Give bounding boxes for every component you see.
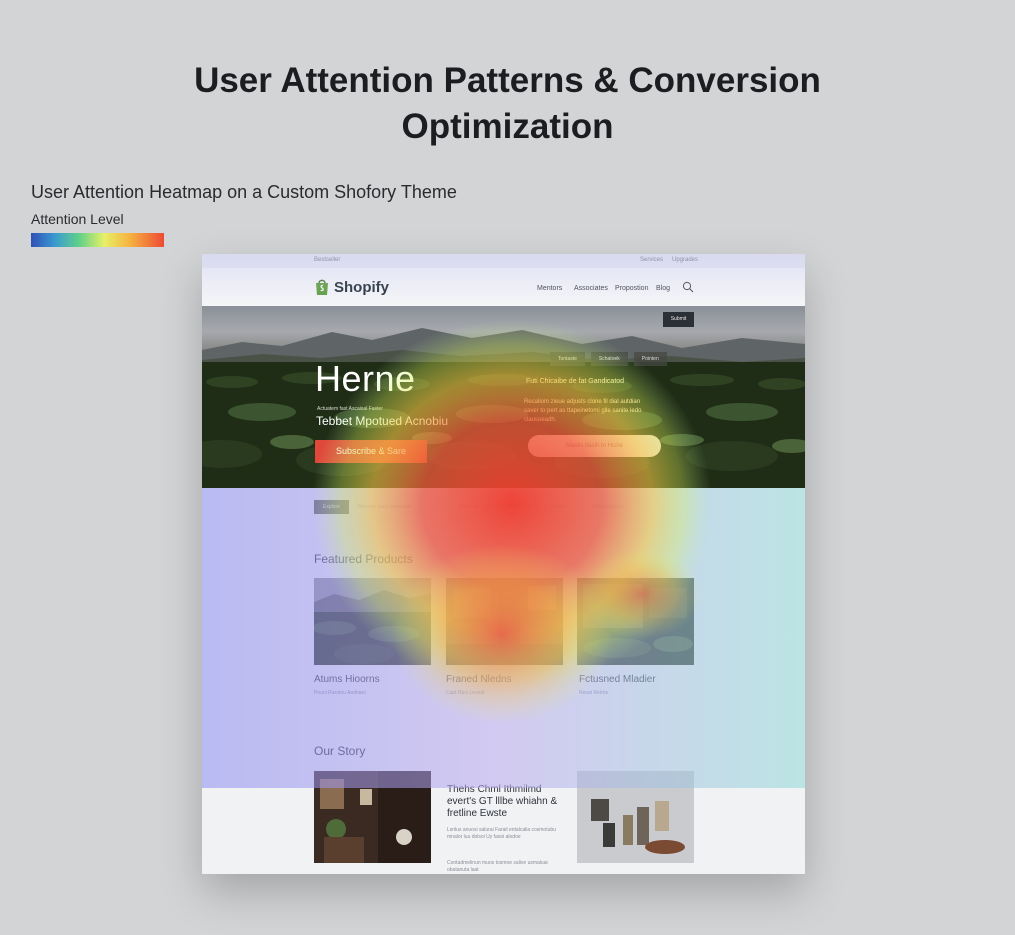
website-mockup: Bestseller Services Upgrades Shopify Men… — [202, 254, 805, 874]
hero-tab-3[interactable]: Pointen — [633, 352, 667, 366]
strip-item-1[interactable]: Mercare tasla peuriotale — [358, 504, 412, 510]
top-bar: Bestseller Services Upgrades — [202, 254, 805, 268]
page-title: User Attention Patterns & Conversion Opt… — [194, 61, 821, 146]
info-strip: Explore Mercare tasla peuriotale Enfasie… — [314, 500, 694, 514]
story-text-2: Contadmelinun muos tosmoe salive usmalua… — [447, 860, 548, 873]
site-header: Shopify Mentors Associates Propostion Bl… — [202, 268, 805, 307]
legend-label: Attention Level — [31, 211, 124, 227]
strip-badge[interactable]: Explore — [314, 500, 349, 514]
hero-tab-2[interactable]: Schatoek — [590, 352, 628, 366]
strip-item-3[interactable]: Puealan tasehrtmoe — [486, 504, 531, 510]
product-image-1[interactable] — [314, 578, 431, 665]
strip-item-5[interactable]: Tnitim pistonis — [592, 504, 624, 510]
product-sub-2: Capt Rasi Leondt — [446, 690, 485, 696]
hero-side-text: Recaliom zieue adjusts clone fil dial au… — [524, 399, 642, 423]
product-image-3[interactable] — [577, 578, 694, 665]
logo-text: Shopify — [334, 278, 389, 296]
product-name-2[interactable]: Franed Nledns — [446, 674, 512, 685]
topbar-link-services[interactable]: Services — [640, 257, 663, 263]
strip-item-4[interactable]: Stacoe — [550, 504, 566, 510]
product-name-1[interactable]: Atums Hioorns — [314, 674, 380, 685]
hero-pill-button[interactable]: Macks Itasih to Hiche — [528, 435, 661, 457]
hero-tab-1[interactable]: Tontaste — [550, 352, 585, 366]
featured-products-title: Featured Products — [314, 552, 413, 566]
hero-top-button[interactable]: Submit — [663, 312, 694, 327]
hero-title: Herne — [315, 358, 416, 399]
hero-tabs: Tontaste Schatoek Pointen — [550, 352, 667, 366]
product-image-2[interactable] — [446, 578, 563, 665]
heatmap-subtitle: User Attention Heatmap on a Custom Shofo… — [31, 182, 457, 202]
product-sub-1: Pounl Rarotou Aodnaet — [314, 690, 366, 696]
hero-small-text: Actuatem fast Ascaisal Faster — [317, 406, 383, 412]
story-image-interior — [314, 771, 431, 863]
nav-item-blog[interactable]: Blog — [656, 285, 670, 292]
topbar-link-left[interactable]: Bestseller — [314, 257, 340, 263]
nav-item-propostion[interactable]: Propostion — [615, 285, 648, 292]
product-name-3[interactable]: Fctusned Mladier — [579, 674, 656, 685]
our-story-title: Our Story — [314, 744, 366, 758]
nav-item-associates[interactable]: Associates — [574, 285, 608, 292]
topbar-link-upgrades[interactable]: Upgrades — [672, 257, 698, 263]
search-icon[interactable] — [682, 281, 694, 293]
product-sub-3: Resat Retrbe — [579, 690, 609, 696]
subscribe-button[interactable]: Subscribe & Sare — [315, 440, 427, 463]
shopping-bag-icon — [316, 279, 328, 295]
story-headline: Thehs Chml Ithmilmd evert's GT lllbe whi… — [447, 784, 558, 819]
strip-item-2[interactable]: Enfasiet — [460, 504, 478, 510]
shopify-logo[interactable]: Shopify — [314, 278, 389, 296]
hero-side-title: Futi Chicaibe de fat Gandicatod — [526, 378, 625, 385]
attention-legend-bar — [31, 233, 164, 247]
story-image-products — [577, 771, 694, 863]
nav-item-mentors[interactable]: Mentors — [537, 285, 562, 292]
hero-banner: Submit Herne Actuatem fast Ascaisal Fast… — [202, 306, 805, 488]
hero-tagline: Tebbet Mpotued Acnobiu — [316, 414, 449, 428]
story-text-1: Lsnlus anuosi salurai Farail entalcalia … — [447, 827, 556, 840]
crop-field-graphic — [202, 362, 805, 488]
